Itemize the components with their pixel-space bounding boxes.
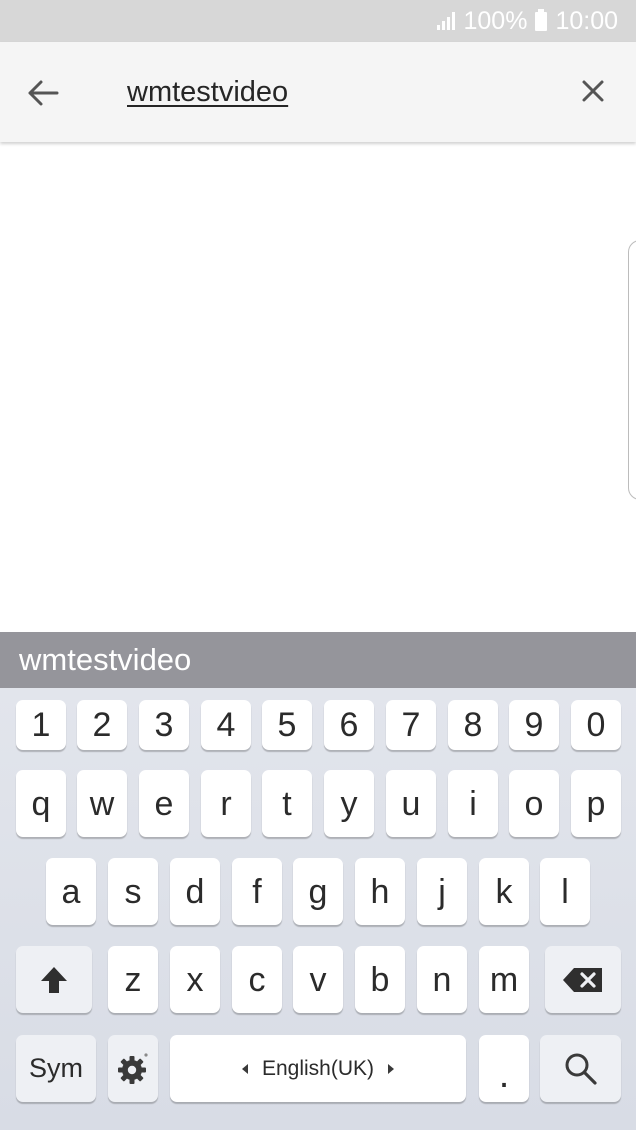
key-8[interactable]: 8 <box>448 700 498 750</box>
key-r[interactable]: r <box>201 770 251 837</box>
back-arrow-icon <box>28 80 59 106</box>
space-bar[interactable]: English(UK) <box>170 1035 466 1102</box>
key-u[interactable]: u <box>386 770 436 837</box>
clear-search-button[interactable] <box>570 68 616 114</box>
key-v[interactable]: v <box>293 946 343 1013</box>
search-bar: wmtestvideo <box>0 42 636 142</box>
key-x[interactable]: x <box>170 946 220 1013</box>
key-y[interactable]: y <box>324 770 374 837</box>
status-icons: 100% 10:00 <box>437 6 618 36</box>
search-icon <box>565 1053 597 1085</box>
key-e[interactable]: e <box>139 770 189 837</box>
battery-icon <box>535 8 548 31</box>
key-4[interactable]: 4 <box>201 700 251 750</box>
key-p[interactable]: p <box>571 770 621 837</box>
shift-icon <box>41 966 67 993</box>
signal-icon <box>437 12 456 30</box>
shift-key[interactable] <box>16 946 92 1013</box>
key-g[interactable]: g <box>293 858 343 925</box>
status-bar: 100% 10:00 <box>0 0 636 42</box>
key-6[interactable]: 6 <box>324 700 374 750</box>
key-z[interactable]: z <box>108 946 158 1013</box>
key-n[interactable]: n <box>417 946 467 1013</box>
key-d[interactable]: d <box>170 858 220 925</box>
key-7[interactable]: 7 <box>386 700 436 750</box>
key-k[interactable]: k <box>479 858 529 925</box>
search-results-area <box>0 142 636 632</box>
key-w[interactable]: w <box>77 770 127 837</box>
key-t[interactable]: t <box>262 770 312 837</box>
battery-percent: 100% <box>463 6 528 35</box>
period-key[interactable]: . <box>479 1035 529 1102</box>
chevron-left-icon <box>241 1063 248 1074</box>
language-switcher: English(UK) <box>241 1056 395 1081</box>
sym-key[interactable]: Sym <box>16 1035 96 1102</box>
close-icon <box>582 80 604 102</box>
edge-panel-handle[interactable] <box>628 240 636 500</box>
backspace-key[interactable] <box>545 946 621 1013</box>
key-3[interactable]: 3 <box>139 700 189 750</box>
key-s[interactable]: s <box>108 858 158 925</box>
key-1[interactable]: 1 <box>16 700 66 750</box>
key-0[interactable]: 0 <box>571 700 621 750</box>
key-m[interactable]: m <box>479 946 529 1013</box>
key-q[interactable]: q <box>16 770 66 837</box>
settings-gear-icon <box>118 1052 148 1084</box>
key-h[interactable]: h <box>355 858 405 925</box>
key-9[interactable]: 9 <box>509 700 559 750</box>
search-input[interactable]: wmtestvideo <box>127 72 288 112</box>
chevron-right-icon <box>388 1063 395 1074</box>
key-f[interactable]: f <box>232 858 282 925</box>
clock: 10:00 <box>555 6 618 35</box>
key-o[interactable]: o <box>509 770 559 837</box>
back-button[interactable] <box>18 68 68 118</box>
key-a[interactable]: a <box>46 858 96 925</box>
key-i[interactable]: i <box>448 770 498 837</box>
search-key[interactable] <box>540 1035 621 1102</box>
key-j[interactable]: j <box>417 858 467 925</box>
keyboard: 1 2 3 4 5 6 7 8 9 0 q w e r t y u i o p … <box>0 688 636 1130</box>
backspace-icon <box>563 967 602 992</box>
key-l[interactable]: l <box>540 858 590 925</box>
word-suggestion-bar: wmtestvideo <box>0 632 636 688</box>
key-b[interactable]: b <box>355 946 405 1013</box>
settings-key[interactable] <box>108 1035 158 1102</box>
word-suggestion[interactable]: wmtestvideo <box>19 640 191 680</box>
key-c[interactable]: c <box>232 946 282 1013</box>
key-5[interactable]: 5 <box>262 700 312 750</box>
key-2[interactable]: 2 <box>77 700 127 750</box>
language-label: English(UK) <box>261 1056 375 1080</box>
